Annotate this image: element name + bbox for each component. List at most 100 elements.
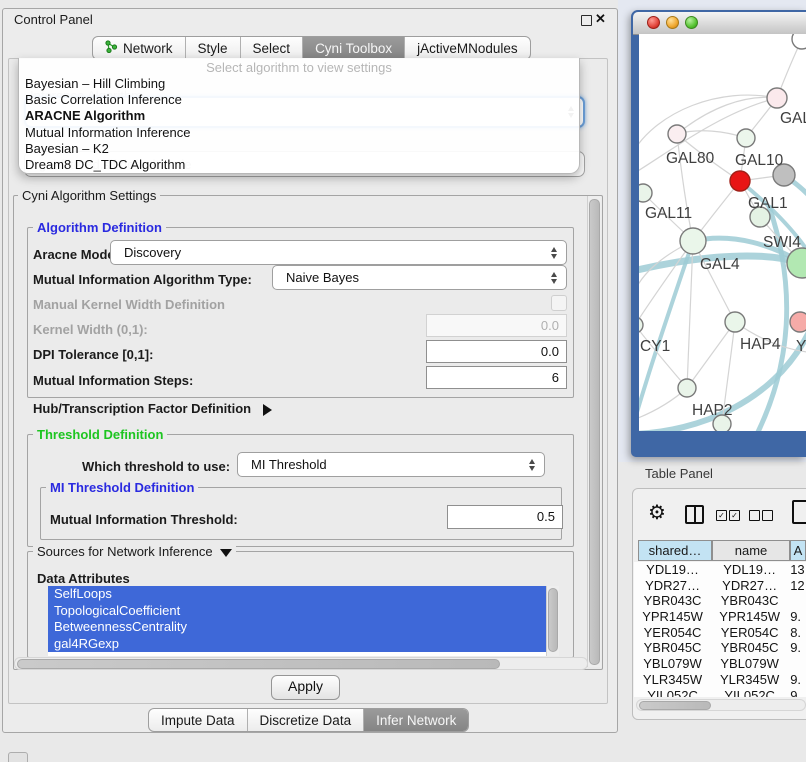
network-node[interactable]: [792, 34, 806, 49]
tab-select[interactable]: Select: [241, 37, 304, 59]
columns-icon[interactable]: [685, 505, 704, 524]
table-row[interactable]: YBR045CYBR045C9.: [634, 640, 806, 656]
table-row[interactable]: YDL19…YDL19…13: [634, 562, 806, 578]
which-threshold-combobox[interactable]: MI Threshold: [237, 452, 545, 477]
which-threshold-value: MI Threshold: [251, 457, 327, 472]
algorithm-option[interactable]: Dream8 DC_TDC Algorithm: [19, 157, 579, 173]
network-edge[interactable]: [677, 131, 746, 138]
table-row[interactable]: YER054CYER054C8.: [634, 625, 806, 641]
network-node[interactable]: [678, 379, 696, 397]
window-close-button[interactable]: [647, 16, 660, 29]
table-cell: YDL19…: [711, 562, 788, 578]
checked-checkbox-icon[interactable]: ✓: [729, 510, 740, 521]
document-icon[interactable]: [792, 500, 806, 524]
float-window-icon[interactable]: [581, 15, 592, 26]
close-icon[interactable]: ✕: [595, 11, 606, 27]
control-panel-tabbar: Network Style Select Cyni Toolbox jActiv…: [92, 36, 531, 60]
mi-threshold-field[interactable]: 0.5: [447, 505, 563, 529]
checked-checkbox-icon[interactable]: ✓: [716, 510, 727, 521]
table-cell: YBL079W: [634, 656, 711, 672]
sources-group-title[interactable]: Sources for Network Inference: [33, 544, 236, 559]
network-node[interactable]: [790, 312, 806, 332]
unchecked-checkbox-icon[interactable]: [762, 510, 773, 521]
attribute-list-item[interactable]: TopologicalCoefficient: [48, 603, 558, 620]
node-label: GAL80: [666, 150, 715, 167]
table-cell: YER054C: [634, 625, 711, 641]
column-header-shared[interactable]: shared…: [638, 540, 712, 561]
hub-definition-expander[interactable]: Hub/Transcription Factor Definition: [33, 401, 272, 416]
table-row[interactable]: YBR043CYBR043C: [634, 593, 806, 609]
aracne-mode-label: Aracne Mode:: [33, 247, 119, 262]
screenshot-stage: Control Panel ✕ Network Style Select Cyn…: [0, 0, 806, 762]
partial-corner-button[interactable]: [8, 752, 28, 762]
tab-discretize-data[interactable]: Discretize Data: [248, 709, 365, 731]
mi-type-combobox[interactable]: Naive Bayes: [272, 265, 567, 290]
column-header-partial[interactable]: A: [790, 540, 806, 561]
tab-impute-data[interactable]: Impute Data: [149, 709, 248, 731]
table-hscrollbar-thumb[interactable]: [639, 701, 711, 710]
window-zoom-button[interactable]: [685, 16, 698, 29]
table-cell: [788, 656, 806, 672]
attribute-list-item[interactable]: SelfLoops: [48, 586, 558, 603]
mi-steps-field[interactable]: 6: [426, 366, 567, 389]
settings-scrollbar-thumb[interactable]: [589, 199, 600, 665]
table-row[interactable]: YDR27…YDR27…12: [634, 578, 806, 594]
manual-kernel-checkbox[interactable]: [551, 295, 567, 311]
mi-steps-label: Mutual Information Steps:: [33, 373, 193, 388]
column-header-name[interactable]: name: [712, 540, 790, 561]
network-node[interactable]: [668, 125, 686, 143]
network-edge[interactable]: [639, 95, 777, 152]
kernel-width-field[interactable]: 0.0: [426, 314, 567, 337]
network-edge[interactable]: [639, 241, 693, 325]
network-node[interactable]: [737, 129, 755, 147]
node-label: GAL4: [700, 256, 740, 273]
tab-jactivemnodules[interactable]: jActiveMNodules: [405, 37, 530, 59]
network-node[interactable]: [725, 312, 745, 332]
data-attributes-label: Data Attributes: [37, 571, 130, 586]
algorithm-option[interactable]: Bayesian – K2: [19, 141, 579, 157]
node-label: GCY1: [639, 338, 670, 355]
table-row[interactable]: YBL079WYBL079W: [634, 656, 806, 672]
collapse-down-icon: [220, 549, 232, 557]
table-row[interactable]: YIL052CYIL052C9: [634, 688, 806, 698]
algorithm-option[interactable]: Basic Correlation Inference: [19, 92, 579, 108]
network-node[interactable]: [680, 228, 706, 254]
table-cell: 9.: [788, 672, 806, 688]
table-cell: 8.: [788, 625, 806, 641]
algorithm-option[interactable]: Mutual Information Inference: [19, 125, 579, 141]
algorithm-option[interactable]: Bayesian – Hill Climbing: [19, 76, 579, 92]
table-cell: YBL079W: [711, 656, 788, 672]
algorithm-dropdown-popup: Select algorithm to view settings Bayesi…: [18, 58, 580, 174]
aracne-mode-combobox[interactable]: Discovery: [110, 240, 567, 265]
table-cell: 9.: [788, 640, 806, 656]
unchecked-checkbox-icon[interactable]: [749, 510, 760, 521]
network-canvas[interactable]: GAL8GAL80GAL10GAL1GAL11SWI4GAL4GCY1HAP4Y…: [639, 34, 806, 431]
network-node[interactable]: [787, 248, 806, 278]
threshold-definition-title: Threshold Definition: [33, 427, 167, 442]
dpi-tolerance-field[interactable]: 0.0: [426, 340, 567, 363]
table-cell: YBR043C: [634, 593, 711, 609]
network-node[interactable]: [730, 171, 750, 191]
data-attributes-list[interactable]: SelfLoopsTopologicalCoefficientBetweenne…: [48, 586, 558, 656]
tab-infer-network[interactable]: Infer Network: [364, 709, 468, 731]
table-row[interactable]: YPR145WYPR145W9.: [634, 609, 806, 625]
settings-hscrollbar-thumb[interactable]: [17, 659, 500, 669]
attribute-list-item[interactable]: gal4RGexp: [48, 636, 558, 653]
table-row[interactable]: YLR345WYLR345W9.: [634, 672, 806, 688]
network-node[interactable]: [639, 184, 652, 202]
mi-threshold-label: Mutual Information Threshold:: [50, 512, 238, 527]
table-cell: YLR345W: [711, 672, 788, 688]
apply-button[interactable]: Apply: [271, 675, 340, 700]
window-minimize-button[interactable]: [666, 16, 679, 29]
network-node[interactable]: [639, 317, 643, 333]
gear-icon[interactable]: ⚙: [648, 500, 666, 525]
network-node[interactable]: [767, 88, 787, 108]
tab-network[interactable]: Network: [93, 37, 186, 59]
expand-right-icon: [263, 404, 272, 416]
tab-style[interactable]: Style: [186, 37, 241, 59]
tab-cyni-toolbox[interactable]: Cyni Toolbox: [303, 37, 405, 59]
algorithm-option[interactable]: ARACNE Algorithm: [19, 108, 579, 124]
attribute-list-item[interactable]: BetweennessCentrality: [48, 619, 558, 636]
attributes-scrollbar-thumb[interactable]: [548, 588, 558, 652]
node-label: HAP4: [740, 336, 781, 353]
